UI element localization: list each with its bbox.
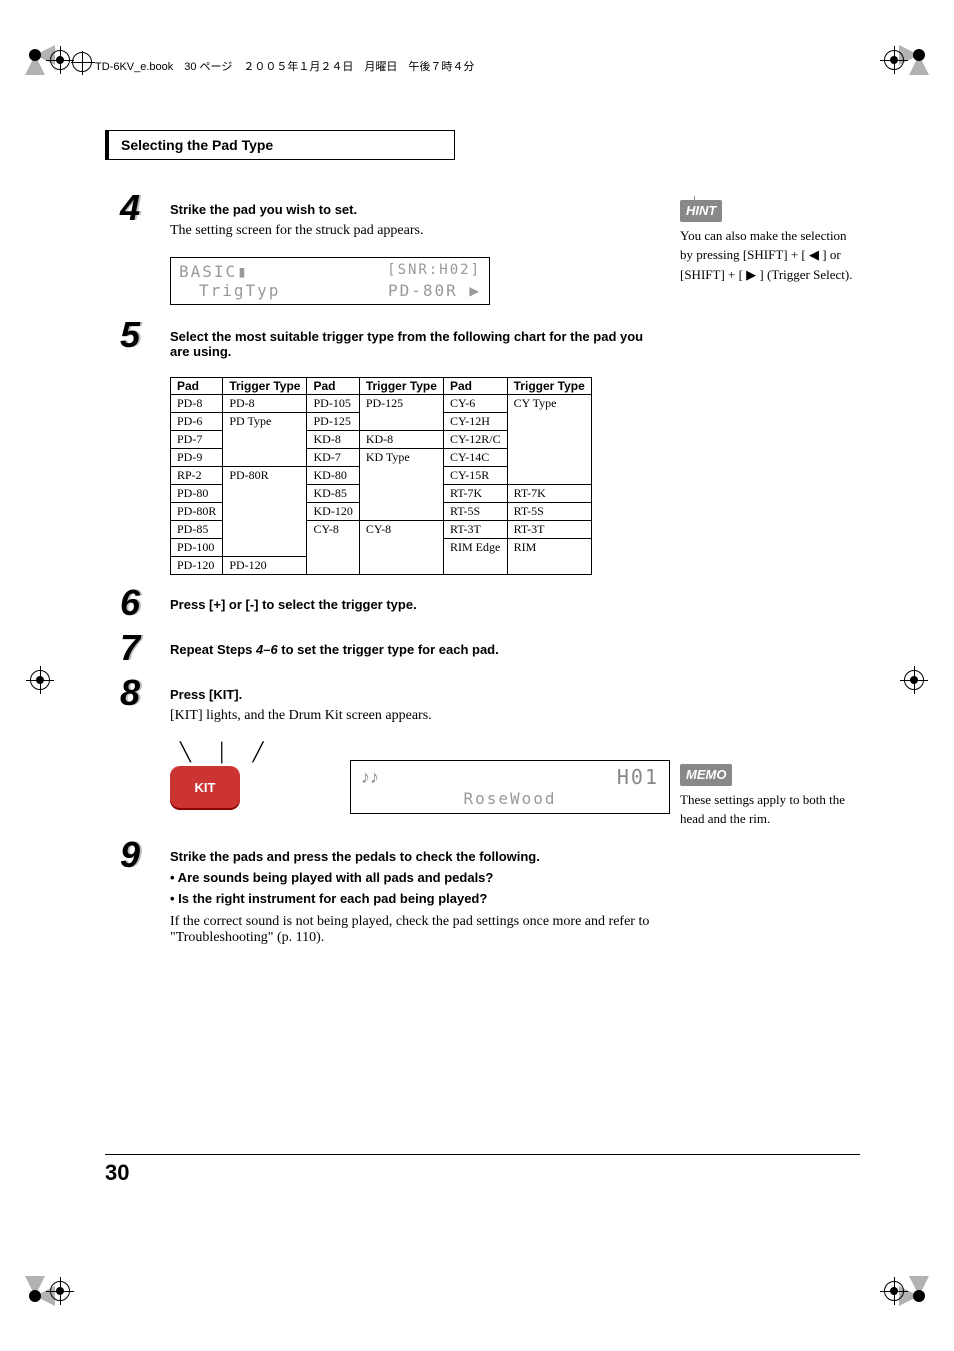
table-header: Pad [171,378,223,395]
table-cell: PD-6 [171,413,223,431]
table-cell: KD-7 [307,449,359,467]
table-cell: CY-14C [443,449,507,467]
step-number-8: 8 [120,675,160,711]
table-cell: RT-5S [443,503,507,521]
corner-decoration-br [899,1276,939,1316]
step-6-heading: Press [+] or [-] to select the trigger t… [170,597,660,612]
hint-badge: HINT [680,200,722,222]
table-cell: PD-80R [171,503,223,521]
kit-button: KIT [170,766,240,808]
step-number-9: 9 [120,837,160,873]
table-cell: PD-125 [307,413,359,431]
table-cell: PD-80R [223,467,307,557]
table-cell: CY-6 [443,395,507,413]
table-cell: PD-105 [307,395,359,413]
table-cell: KD-8 [307,431,359,449]
corner-decoration-bl [15,1276,55,1316]
table-row: PD-8PD-8PD-105PD-125CY-6CY Type [171,395,592,413]
table-cell: PD-8 [223,395,307,413]
table-cell: KD-8 [359,431,443,449]
table-cell: PD-9 [171,449,223,467]
step-9-bullet1: • Are sounds being played with all pads … [170,870,660,885]
step-number-4: 4 [120,190,160,226]
table-cell: RIM Edge [443,539,507,575]
step-9-bullet2: • Is the right instrument for each pad b… [170,891,660,906]
lcd-screen-trigger: BASIC▮ [SNR:H02] TrigTyp PD-80R ▶ [170,257,490,305]
table-cell: KD-85 [307,485,359,503]
lcd1-line2-right: PD-80R ▶ [388,281,481,300]
lcd-kit-number: H01 [617,765,659,789]
lcd-screen-kit: ♪♪ H01 RoseWood [350,760,670,814]
lcd1-line1-left: BASIC▮ [179,262,249,281]
step-number-7: 7 [120,630,160,666]
table-cell: PD-85 [171,521,223,539]
table-cell: PD-80 [171,485,223,503]
table-cell: CY-8 [307,521,359,575]
step-7-pre: Repeat Steps [170,642,256,657]
step-4-heading: Strike the pad you wish to set. [170,202,660,217]
section-title: Selecting the Pad Type [105,130,455,160]
table-cell: RT-5S [507,503,591,521]
step-7-range: 4–6 [256,642,278,657]
table-cell: RP-2 [171,467,223,485]
step-4-text: The setting screen for the struck pad ap… [170,223,660,239]
trigger-type-table: PadTrigger TypePadTrigger TypePadTrigger… [170,377,592,575]
step-7-heading: Repeat Steps 4–6 to set the trigger type… [170,642,660,657]
crop-mark-mr [904,670,924,690]
header-register-icon [72,52,92,72]
table-cell: RT-3T [507,521,591,539]
step-9-heading: Strike the pads and press the pedals to … [170,849,660,864]
step-number-5: 5 [120,317,160,353]
lcd-kit-name: RoseWood [463,789,556,808]
corner-decoration-tr [899,35,939,75]
memo-text: These settings apply to both the head an… [680,790,860,829]
step-5-heading: Select the most suitable trigger type fr… [170,329,660,359]
corner-decoration-tl [15,35,55,75]
table-cell: RT-7K [443,485,507,503]
page-number: 30 [105,1154,860,1186]
table-cell: PD-100 [171,539,223,557]
table-header: Trigger Type [359,378,443,395]
step-9-text: If the correct sound is not being played… [170,914,660,946]
step-8-text: [KIT] lights, and the Drum Kit screen ap… [170,708,660,724]
memo-badge: MEMO [680,764,732,786]
hint-text: You can also make the selection by press… [680,226,860,285]
table-cell: RT-7K [507,485,591,503]
table-cell: PD Type [223,413,307,467]
step-8-heading: Press [KIT]. [170,687,660,702]
table-cell: CY-15R [443,467,507,485]
lcd1-line1-right: [SNR:H02] [387,262,481,281]
step-7-post: to set the trigger type for each pad. [278,642,499,657]
table-header: Pad [443,378,507,395]
table-cell: CY-12H [443,413,507,431]
table-header: Trigger Type [507,378,591,395]
header-file-info: TD-6KV_e.book 30 ページ ２００５年１月２４日 月曜日 午後７時… [95,58,474,74]
table-cell: CY Type [507,395,591,485]
lcd1-line2-left: TrigTyp [179,281,280,300]
table-header: Pad [307,378,359,395]
table-cell: PD-120 [223,557,307,575]
table-cell: KD-120 [307,503,359,521]
table-cell: PD-120 [171,557,223,575]
table-cell: PD-7 [171,431,223,449]
table-cell: CY-12R/C [443,431,507,449]
table-cell: PD-8 [171,395,223,413]
step-number-6: 6 [120,585,160,621]
table-cell: RIM [507,539,591,575]
table-cell: RT-3T [443,521,507,539]
crop-mark-ml [30,670,50,690]
lcd-kit-drums-icon: ♪♪ [361,767,379,788]
table-cell: PD-125 [359,395,443,431]
table-cell: KD Type [359,449,443,521]
table-cell: CY-8 [359,521,443,575]
table-header: Trigger Type [223,378,307,395]
table-cell: KD-80 [307,467,359,485]
